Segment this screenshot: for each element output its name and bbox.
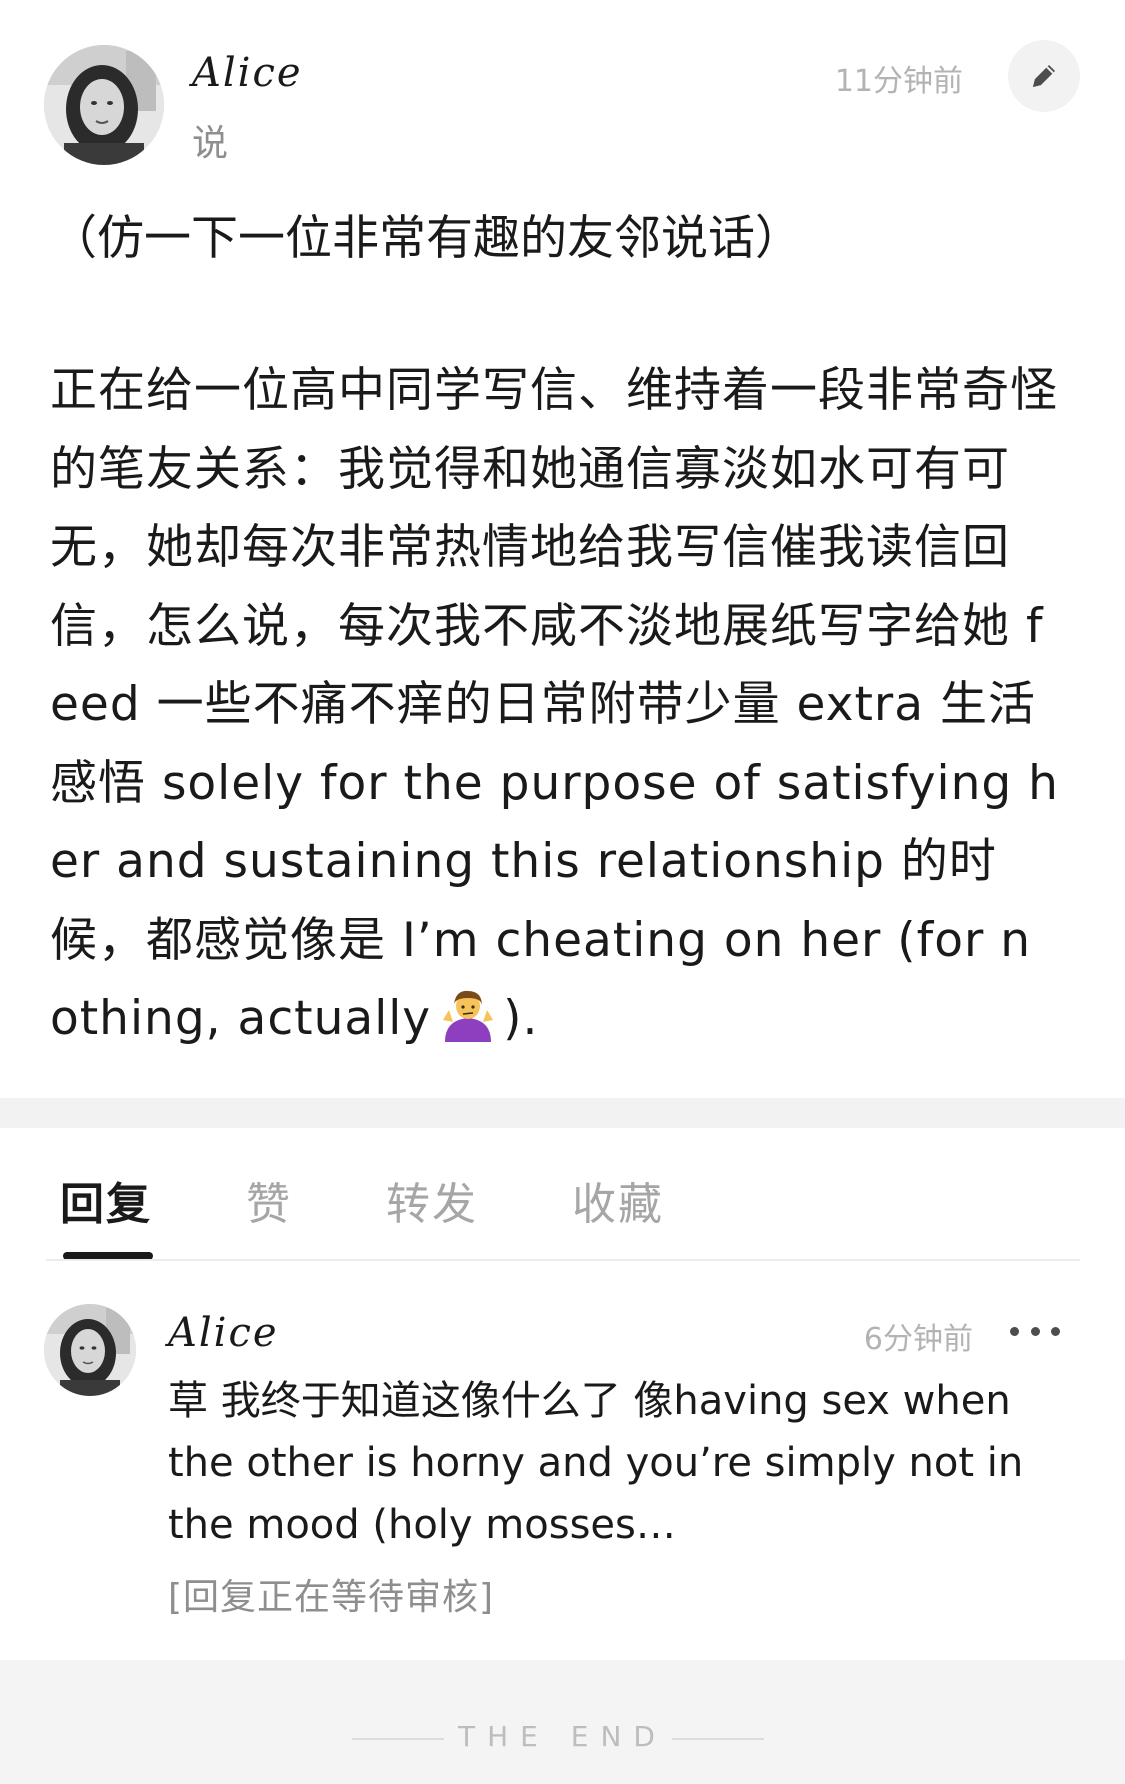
- tabs-divider: [46, 1259, 1080, 1261]
- post-timestamp: 11分钟前: [834, 64, 963, 99]
- tab-reshares[interactable]: 转发: [386, 1168, 478, 1232]
- person-shrugging-emoji-icon: [439, 990, 497, 1042]
- reply-status: [回复正在等待审核]: [168, 1577, 495, 1618]
- post-header: Alice 说 11分钟前: [0, 0, 1125, 180]
- author-name[interactable]: Alice: [192, 50, 303, 96]
- post-verb: 说: [192, 123, 229, 164]
- footer-end-text: THE END: [458, 1720, 667, 1753]
- portrait-image: [44, 1304, 136, 1396]
- dot: [1010, 1326, 1019, 1336]
- interaction-tabs: 回复 赞 转发 收藏: [0, 1128, 1125, 1260]
- tab-replies[interactable]: 回复: [60, 1168, 152, 1232]
- portrait-image: [44, 45, 164, 165]
- post-intro: （仿一下一位非常有趣的友邻说话）: [50, 211, 802, 266]
- post-body-text: 正在给一位高中同学写信、维持着一段非常奇怪的笔友关系：我觉得和她通信寡淡如水可有…: [50, 363, 1059, 1046]
- post-body: 正在给一位高中同学写信、维持着一段非常奇怪的笔友关系：我觉得和她通信寡淡如水可有…: [50, 352, 1060, 1059]
- status-page: Alice 说 11分钟前 （仿一下一位非常有趣的友邻说话） 正在给一位高中同学…: [0, 0, 1125, 1784]
- section-divider: [0, 1098, 1125, 1128]
- tab-collections[interactable]: 收藏: [572, 1168, 664, 1232]
- post-body-tail: ).: [503, 991, 539, 1046]
- dot: [1030, 1326, 1040, 1336]
- edit-button[interactable]: [1008, 40, 1080, 112]
- pencil-icon: [1033, 65, 1055, 87]
- reply-text: 草 我终于知道这像什么了 像having sex when the other …: [168, 1378, 1024, 1548]
- dot: [1051, 1326, 1060, 1336]
- more-dots-icon[interactable]: [1010, 1316, 1060, 1346]
- page-footer: THE END: [0, 1660, 1125, 1784]
- tab-likes[interactable]: 赞: [246, 1168, 292, 1232]
- reply-timestamp: 6分钟前: [863, 1322, 973, 1357]
- reply-author-name[interactable]: Alice: [168, 1310, 279, 1356]
- footer-divider-right: [672, 1738, 764, 1740]
- author-avatar[interactable]: [44, 45, 164, 165]
- reply-avatar[interactable]: [44, 1304, 136, 1396]
